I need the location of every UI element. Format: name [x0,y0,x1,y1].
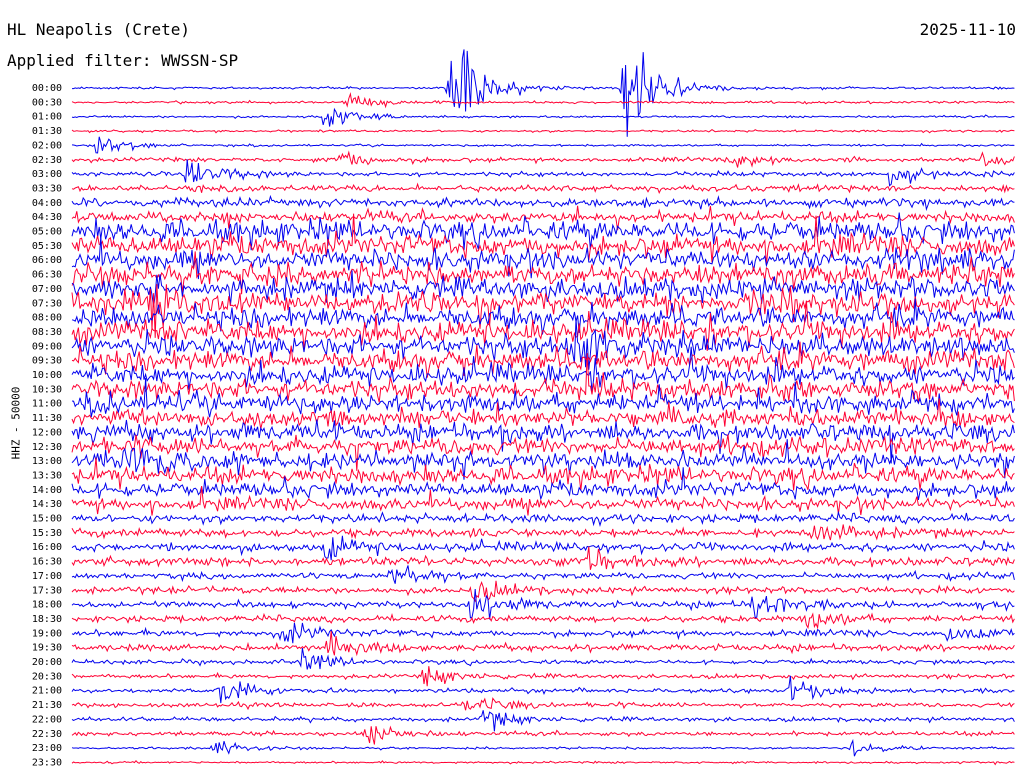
row-time-label: 21:00 [32,686,62,697]
trace-row-2300 [71,738,1015,757]
row-time-label: 23:00 [32,743,62,754]
trace-group [71,49,1015,766]
seismogram-plot: 00:00 00:30 01:00 01:30 02:00 02:30 03:00 03:30… [32,49,1015,768]
trace-row-2230 [71,725,1015,745]
row-time-label: 16:00 [32,542,62,553]
row-time-label: 20:00 [32,657,62,668]
row-time-label: 23:30 [32,757,62,768]
row-time-label: 00:00 [32,83,62,94]
trace-row-1600 [71,535,1015,561]
row-time-label: 10:00 [32,370,62,381]
row-time-label: 17:30 [32,585,62,596]
row-time-label: 01:00 [32,112,62,123]
row-label-group: 00:00 00:30 01:00 01:30 02:00 02:30 03:00 03:30… [32,83,62,768]
row-time-label: 10:30 [32,384,62,395]
trace-row-2200 [71,710,1015,732]
trace-row-0230 [71,150,1015,168]
trace-row-1500 [71,510,1015,527]
row-time-label: 09:00 [32,341,62,352]
row-time-label: 01:30 [32,126,62,137]
row-time-label: 18:00 [32,600,62,611]
row-time-label: 15:30 [32,528,62,539]
row-time-label: 06:30 [32,270,62,281]
trace-row-1800 [71,589,1015,620]
row-time-label: 08:00 [32,313,62,324]
trace-row-1400 [71,467,1015,501]
row-time-label: 19:00 [32,628,62,639]
trace-row-0430 [71,205,1015,231]
row-time-label: 13:00 [32,456,62,467]
trace-row-1530 [71,524,1015,541]
trace-row-0330 [71,182,1015,194]
row-time-label: 09:30 [32,356,62,367]
row-time-label: 20:30 [32,671,62,682]
row-time-label: 17:00 [32,571,62,582]
trace-row-0130 [71,128,1015,134]
trace-row-0000 [72,49,1015,137]
row-time-label: 14:30 [32,499,62,510]
row-time-label: 11:30 [32,413,62,424]
row-time-label: 11:00 [32,399,62,410]
row-time-label: 02:00 [32,140,62,151]
row-time-label: 21:30 [32,700,62,711]
row-time-label: 14:00 [32,485,62,496]
trace-row-0100 [71,107,1015,127]
trace-row-2330 [71,760,1015,766]
trace-row-1700 [71,565,1015,584]
trace-row-0030 [71,92,1015,109]
row-time-label: 12:00 [32,427,62,438]
trace-row-1900 [71,622,1015,644]
row-time-label: 05:00 [32,227,62,238]
row-time-label: 19:30 [32,643,62,654]
trace-row-1000 [71,346,1015,393]
row-time-label: 16:30 [32,557,62,568]
trace-row-0300 [71,159,1015,187]
row-time-label: 07:00 [32,284,62,295]
row-time-label: 08:30 [32,327,62,338]
trace-row-0600 [71,236,1015,280]
row-time-label: 00:30 [32,97,62,108]
row-time-label: 18:30 [32,614,62,625]
row-time-label: 22:00 [32,714,62,725]
trace-row-1830 [71,612,1015,630]
row-time-label: 06:00 [32,255,62,266]
row-time-label: 13:30 [32,470,62,481]
row-time-label: 15:00 [32,514,62,525]
trace-row-0200 [71,136,1015,154]
row-time-label: 07:30 [32,298,62,309]
row-time-label: 12:30 [32,442,62,453]
row-time-label: 22:30 [32,729,62,740]
row-time-label: 04:30 [32,212,62,223]
row-time-label: 03:30 [32,183,62,194]
trace-row-0400 [71,194,1015,212]
row-time-label: 05:30 [32,241,62,252]
trace-row-2030 [71,666,1015,687]
trace-row-2130 [71,697,1015,711]
trace-row-1730 [71,580,1015,603]
row-time-label: 04:00 [32,198,62,209]
row-time-label: 02:30 [32,155,62,166]
row-time-label: 03:00 [32,169,62,180]
trace-row-2000 [71,648,1015,670]
trace-row-1200 [71,419,1015,464]
trace-row-2100 [71,675,1015,704]
